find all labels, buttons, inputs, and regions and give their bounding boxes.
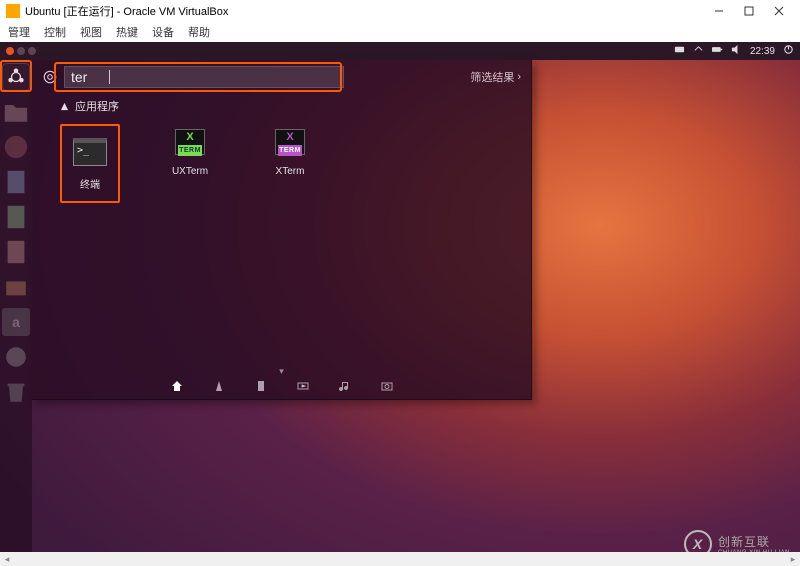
result-terminal[interactable]: 终端	[60, 124, 120, 203]
expand-arrow-icon[interactable]: ▾	[279, 366, 284, 377]
lens-apps-icon[interactable]	[212, 379, 226, 393]
dash-home-button[interactable]	[2, 63, 30, 91]
vbox-app-icon	[6, 4, 20, 18]
menu-control[interactable]: 控制	[44, 24, 66, 40]
launcher-amazon[interactable]: a	[2, 308, 30, 336]
panel-indicators: 22:39	[674, 44, 794, 58]
minimize-button[interactable]	[704, 2, 734, 20]
window-dot-controls	[6, 47, 36, 55]
menu-help[interactable]: 帮助	[188, 24, 210, 40]
text-cursor	[109, 70, 110, 84]
launcher-settings[interactable]	[2, 343, 30, 371]
launcher-files[interactable]	[2, 98, 30, 126]
lens-video-icon[interactable]	[296, 379, 310, 393]
dash-lens-bar	[32, 379, 531, 393]
filter-results-button[interactable]: 筛选结果 ›	[470, 69, 521, 85]
scroll-right-icon[interactable]: ▸	[786, 552, 800, 566]
launcher-calc[interactable]	[2, 203, 30, 231]
dash-results: 终端 XTERM UXTerm XTERM XTerm	[32, 118, 531, 209]
ubuntu-top-panel: 22:39	[0, 42, 800, 60]
vbox-titlebar: Ubuntu [正在运行] - Oracle VM VirtualBox	[0, 0, 800, 22]
unity-launcher: a	[0, 60, 32, 566]
horizontal-scrollbar[interactable]: ◂ ▸	[0, 552, 800, 566]
close-dot[interactable]	[6, 47, 14, 55]
scroll-left-icon[interactable]: ◂	[0, 552, 14, 566]
vbox-menubar: 管理 控制 视图 热键 设备 帮助	[0, 22, 800, 42]
menu-devices[interactable]: 设备	[152, 24, 174, 40]
section-applications: 应用程序	[32, 94, 531, 118]
network-indicator-icon[interactable]	[693, 44, 704, 58]
result-uxterm[interactable]: XTERM UXTerm	[160, 124, 220, 203]
menu-view[interactable]: 视图	[80, 24, 102, 40]
window-controls	[704, 2, 794, 20]
dash-search-input[interactable]: ter	[64, 66, 344, 88]
terminal-icon	[72, 134, 108, 170]
scope-target-icon[interactable]	[42, 69, 58, 85]
unity-dash: ter 筛选结果 › 应用程序 终端 XTERM UXTerm XTERM	[32, 60, 532, 400]
xterm-icon: XTERM	[272, 124, 308, 160]
menu-manage[interactable]: 管理	[8, 24, 30, 40]
close-button[interactable]	[764, 2, 794, 20]
launcher-impress[interactable]	[2, 238, 30, 266]
battery-indicator-icon[interactable]	[712, 44, 723, 58]
launcher-software[interactable]	[2, 273, 30, 301]
menu-hotkeys[interactable]: 热键	[116, 24, 138, 40]
dash-search-row: ter 筛选结果 ›	[32, 60, 531, 94]
chevron-right-icon: ›	[517, 71, 521, 83]
min-dot[interactable]	[17, 47, 25, 55]
maximize-button[interactable]	[734, 2, 764, 20]
session-indicator-icon[interactable]	[783, 44, 794, 58]
vbox-window-title: Ubuntu [正在运行] - Oracle VM VirtualBox	[25, 3, 704, 19]
uxterm-icon: XTERM	[172, 124, 208, 160]
panel-clock[interactable]: 22:39	[750, 46, 775, 57]
keyboard-indicator-icon[interactable]	[674, 44, 685, 58]
launcher-writer[interactable]	[2, 168, 30, 196]
lens-home-icon[interactable]	[170, 379, 184, 393]
max-dot[interactable]	[28, 47, 36, 55]
lens-music-icon[interactable]	[338, 379, 352, 393]
lens-files-icon[interactable]	[254, 379, 268, 393]
result-xterm[interactable]: XTERM XTerm	[260, 124, 320, 203]
search-text: ter	[71, 69, 87, 85]
ubuntu-desktop: 22:39 a ter 筛选结果 ›	[0, 42, 800, 566]
launcher-trash[interactable]	[2, 378, 30, 406]
lens-photos-icon[interactable]	[380, 379, 394, 393]
launcher-firefox[interactable]	[2, 133, 30, 161]
volume-indicator-icon[interactable]	[731, 44, 742, 58]
